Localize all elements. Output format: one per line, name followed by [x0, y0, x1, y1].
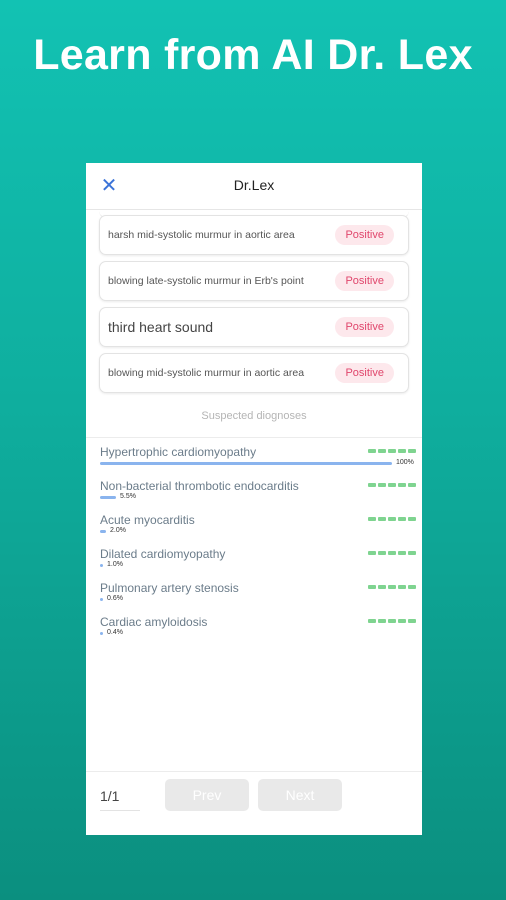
level-dash: [368, 619, 376, 623]
level-dash: [368, 585, 376, 589]
confidence-level-icon: [368, 585, 416, 589]
probability-bar: [100, 530, 106, 533]
level-dash: [398, 483, 406, 487]
level-dash: [408, 517, 416, 521]
level-dash: [368, 517, 376, 521]
diagnoses-list: Hypertrophic cardiomyopathy 100% Non-bacte…: [100, 443, 416, 647]
finding-text: harsh mid-systolic murmur in aortic area: [108, 229, 295, 241]
probability-label: 5.5%: [120, 493, 136, 500]
level-dash: [378, 619, 386, 623]
finding-item[interactable]: harsh mid-systolic murmur in aortic area…: [99, 215, 409, 255]
level-dash: [388, 449, 396, 453]
finding-item[interactable]: third heart sound Positive: [99, 307, 409, 347]
divider: [86, 437, 422, 438]
headline: Learn from AI Dr. Lex: [33, 31, 473, 79]
diagnosis-row[interactable]: Dilated cardiomyopathy 1.0%: [100, 545, 416, 579]
diagnosis-row[interactable]: Cardiac amyloidosis 0.4%: [100, 613, 416, 647]
level-dash: [408, 551, 416, 555]
probability-bar: [100, 564, 103, 567]
positive-badge: Positive: [335, 317, 394, 337]
probability-bar: [100, 632, 103, 635]
level-dash: [378, 551, 386, 555]
app-screen: ✕ Dr.Lex harsh mid-systolic murmur in ao…: [86, 163, 422, 835]
level-dash: [408, 585, 416, 589]
diagnosis-row[interactable]: Pulmonary artery stenosis 0.6%: [100, 579, 416, 613]
diagnosis-name: Cardiac amyloidosis: [100, 615, 208, 629]
positive-badge: Positive: [335, 225, 394, 245]
diagnosis-name: Hypertrophic cardiomyopathy: [100, 445, 257, 459]
level-dash: [398, 619, 406, 623]
diagnosis-name: Dilated cardiomyopathy: [100, 547, 226, 561]
page-indicator: 1/1: [100, 788, 140, 811]
finding-item[interactable]: blowing late-systolic murmur in Erb's po…: [99, 261, 409, 301]
level-dash: [388, 585, 396, 589]
level-dash: [388, 517, 396, 521]
level-dash: [408, 483, 416, 487]
level-dash: [398, 517, 406, 521]
confidence-level-icon: [368, 483, 416, 487]
level-dash: [398, 449, 406, 453]
findings-list: harsh mid-systolic murmur in aortic area…: [99, 215, 409, 399]
level-dash: [408, 619, 416, 623]
top-bar: ✕ Dr.Lex: [86, 163, 422, 210]
level-dash: [408, 449, 416, 453]
probability-label: 0.6%: [107, 595, 123, 602]
probability-label: 0.4%: [107, 629, 123, 636]
level-dash: [378, 449, 386, 453]
probability-bar: [100, 462, 392, 465]
suspected-diagnoses-label: Suspected diognoses: [201, 410, 307, 422]
diagnosis-name: Non-bacterial thrombotic endocarditis: [100, 479, 299, 493]
probability-bar: [100, 496, 116, 499]
confidence-level-icon: [368, 551, 416, 555]
level-dash: [378, 585, 386, 589]
level-dash: [368, 551, 376, 555]
page-title: Dr.Lex: [233, 177, 275, 193]
level-dash: [368, 483, 376, 487]
confidence-level-icon: [368, 517, 416, 521]
confidence-level-icon: [368, 449, 416, 453]
diagnosis-row[interactable]: Hypertrophic cardiomyopathy 100%: [100, 443, 416, 477]
diagnosis-name: Acute myocarditis: [100, 513, 195, 527]
level-dash: [398, 585, 406, 589]
level-dash: [378, 483, 386, 487]
level-dash: [388, 551, 396, 555]
positive-badge: Positive: [335, 271, 394, 291]
probability-label: 2.0%: [110, 527, 126, 534]
confidence-level-icon: [368, 619, 416, 623]
probability-label: 1.0%: [107, 561, 123, 568]
probability-label: 100%: [396, 459, 414, 466]
level-dash: [398, 551, 406, 555]
prev-button[interactable]: Prev: [165, 779, 249, 811]
level-dash: [368, 449, 376, 453]
finding-text: blowing mid-systolic murmur in aortic ar…: [108, 367, 305, 379]
level-dash: [388, 619, 396, 623]
diagnosis-row[interactable]: Non-bacterial thrombotic endocarditis 5.5…: [100, 477, 416, 511]
probability-bar: [100, 598, 103, 601]
diagnosis-name: Pulmonary artery stenosis: [100, 581, 239, 595]
finding-text: third heart sound: [108, 319, 214, 335]
positive-badge: Positive: [335, 363, 394, 383]
level-dash: [378, 517, 386, 521]
finding-item[interactable]: blowing mid-systolic murmur in aortic ar…: [99, 353, 409, 393]
pagination-bar: 1/1 Prev Next: [86, 771, 422, 835]
level-dash: [388, 483, 396, 487]
finding-text: blowing late-systolic murmur in Erb's po…: [108, 275, 304, 287]
next-button[interactable]: Next: [258, 779, 342, 811]
diagnosis-row[interactable]: Acute myocarditis 2.0%: [100, 511, 416, 545]
